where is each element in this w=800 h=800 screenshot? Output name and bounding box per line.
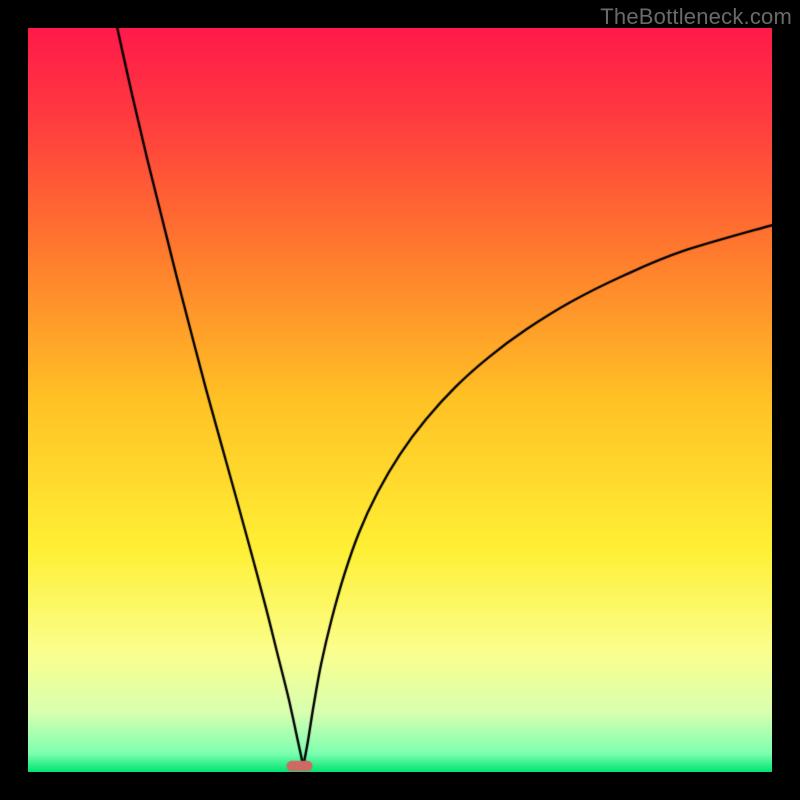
watermark-label: TheBottleneck.com <box>600 4 792 30</box>
plot-area <box>28 28 772 772</box>
bottleneck-chart <box>28 28 772 772</box>
